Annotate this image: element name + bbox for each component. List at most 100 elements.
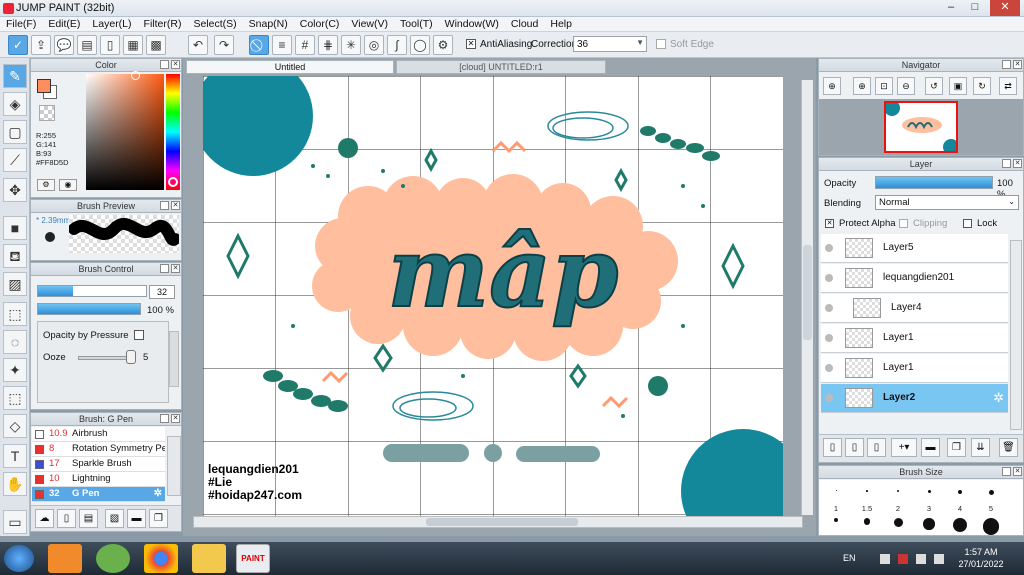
panel-float-icon[interactable] — [160, 201, 169, 210]
text-tool-icon[interactable]: T — [3, 444, 27, 468]
browser-green-icon[interactable] — [96, 544, 130, 573]
layer-row[interactable]: Layer2 ✲ — [821, 384, 1008, 413]
brush-size-cell[interactable]: 5 — [976, 484, 1006, 513]
brush-size-slider[interactable] — [37, 285, 147, 297]
protect-alpha-checkbox[interactable]: ✕ — [825, 219, 834, 228]
antialiasing-checkbox[interactable]: ✕ — [466, 39, 476, 49]
minimize-button[interactable]: – — [940, 0, 962, 16]
layer-settings-icon[interactable]: ✲ — [993, 390, 1004, 406]
menu-layer[interactable]: Layer(L) — [92, 18, 131, 30]
duplicate-layer-icon[interactable]: ❐ — [947, 438, 966, 457]
transparent-color-swatch[interactable] — [39, 105, 55, 121]
brush-list-scrollbar[interactable] — [167, 436, 181, 496]
brush-size-cell[interactable]: 4 — [945, 484, 975, 513]
brush-list-item[interactable]: 17 Sparkle Brush — [32, 457, 165, 472]
brush-list-item[interactable]: 10 Lightning — [32, 472, 165, 487]
snap-off-icon[interactable]: ⃠ — [249, 35, 269, 55]
brush-size-cell[interactable]: 1.5 — [852, 484, 882, 513]
file-explorer-icon[interactable] — [192, 544, 226, 573]
menu-window[interactable]: Window(W) — [445, 18, 499, 30]
snap-parallel-icon[interactable]: ≡ — [272, 35, 292, 55]
brush-cloud-icon[interactable]: ☁ — [35, 509, 54, 528]
brush-size-cell[interactable]: 2 — [883, 484, 913, 513]
zoom-plus-icon[interactable]: ⊕ — [853, 77, 871, 95]
hue-cursor[interactable] — [168, 177, 178, 187]
brush-opacity-slider[interactable] — [37, 303, 141, 315]
panel-close-icon[interactable]: ✕ — [1013, 159, 1022, 168]
snap-grid-icon[interactable]: # — [295, 35, 315, 55]
layer-visibility-icon[interactable] — [825, 274, 833, 282]
soft-edge-checkbox[interactable] — [656, 39, 666, 49]
color-picker-icon[interactable]: ◉ — [59, 179, 77, 191]
document-icon[interactable]: ▯ — [100, 35, 120, 55]
panel-close-icon[interactable]: ✕ — [1013, 60, 1022, 69]
color-swap-icon[interactable]: ⚙ — [37, 179, 55, 191]
canvas-horizontal-scrollbar[interactable] — [193, 516, 803, 528]
artboard[interactable]: mâp lequangdien201 #Lie #hoidap247.com — [203, 76, 783, 516]
brush-size-cell[interactable] — [883, 518, 913, 527]
panel-float-icon[interactable] — [1002, 159, 1011, 168]
tab-untitled[interactable]: Untitled — [186, 60, 394, 74]
close-button[interactable]: ✕ — [990, 0, 1020, 16]
menu-filter[interactable]: Filter(R) — [144, 18, 182, 30]
jump-paint-taskbar-icon[interactable]: PAINT — [236, 544, 270, 573]
layer-row[interactable]: Layer4 — [821, 294, 1008, 323]
brush-size-cell[interactable] — [821, 518, 851, 522]
saturation-cursor[interactable] — [131, 71, 140, 80]
select-pen-icon[interactable]: ⬚ — [3, 386, 27, 410]
horizontal-scroll-thumb[interactable] — [426, 518, 578, 526]
tray-alert-icon[interactable] — [898, 554, 908, 564]
brush-settings-icon[interactable]: ✲ — [154, 488, 162, 499]
cloud-sync-icon[interactable]: ✓ — [8, 35, 28, 55]
maximize-button[interactable]: □ — [964, 0, 986, 16]
brush-size-cell[interactable] — [852, 518, 882, 525]
clipping-checkbox[interactable] — [899, 219, 908, 228]
comment-icon[interactable]: 💬 — [54, 35, 74, 55]
undo-icon[interactable]: ↶ — [188, 35, 208, 55]
panel-close-icon[interactable]: ✕ — [1013, 467, 1022, 476]
new-halftone-layer-icon[interactable]: ▯ — [867, 438, 886, 457]
zoom-in-icon[interactable]: ⊕ — [823, 77, 841, 95]
export-icon[interactable]: ⇪ — [31, 35, 51, 55]
share-icon[interactable]: ▤ — [77, 35, 97, 55]
snap-cross-icon[interactable]: ⋕ — [318, 35, 338, 55]
layer-opacity-slider[interactable] — [875, 176, 993, 189]
layer-list-scrollbar[interactable] — [1010, 240, 1022, 430]
layer-visibility-icon[interactable] — [825, 244, 833, 252]
layer-visibility-icon[interactable] — [825, 364, 833, 372]
fit-screen-icon[interactable]: ▣ — [949, 77, 967, 95]
menu-edit[interactable]: Edit(E) — [48, 18, 80, 30]
layer-visibility-icon[interactable] — [825, 304, 833, 312]
layout-icon[interactable]: ▩ — [146, 35, 166, 55]
brush-size-value[interactable]: 32 — [149, 285, 175, 299]
panel-close-icon[interactable]: ✕ — [171, 264, 180, 273]
flip-icon[interactable]: ⇄ — [999, 77, 1017, 95]
brush-list-item[interactable]: 10.9 Airbrush — [32, 427, 165, 442]
gradient-tool-icon[interactable]: ▨ — [3, 272, 27, 296]
blending-select[interactable]: Normal ⌄ — [875, 195, 1019, 210]
tray-app-icon[interactable] — [880, 554, 890, 564]
layer-row[interactable]: Layer1 — [821, 324, 1008, 353]
brush-add-menu-icon[interactable]: ▤ — [79, 509, 98, 528]
network-icon[interactable] — [916, 554, 926, 564]
ooze-slider-knob[interactable] — [126, 350, 136, 364]
volume-icon[interactable] — [934, 554, 944, 564]
system-clock[interactable]: 1:57 AM 27/01/2022 — [955, 546, 1007, 570]
menu-help[interactable]: Help — [550, 18, 572, 30]
zoom-out-icon[interactable]: ⊖ — [897, 77, 915, 95]
menu-view[interactable]: View(V) — [351, 18, 388, 30]
lasso-tool-icon[interactable]: ◌ — [3, 330, 27, 354]
lock-checkbox[interactable] — [963, 219, 972, 228]
menu-select[interactable]: Select(S) — [193, 18, 236, 30]
media-player-icon[interactable] — [48, 544, 82, 573]
small-tool-icon[interactable]: ▭ — [3, 510, 27, 534]
layer-row[interactable]: lequangdien201 — [821, 264, 1008, 293]
panel-float-icon[interactable] — [1002, 467, 1011, 476]
brush-control-scrollbar[interactable] — [169, 331, 179, 387]
navigator-thumbnail[interactable] — [884, 101, 958, 153]
brush-size-cell[interactable] — [945, 518, 975, 532]
panel-float-icon[interactable] — [1002, 60, 1011, 69]
bucket-tool-icon[interactable]: ⛾ — [3, 244, 27, 268]
snap-radial-icon[interactable]: ✳ — [341, 35, 361, 55]
panel-float-icon[interactable] — [160, 60, 169, 69]
